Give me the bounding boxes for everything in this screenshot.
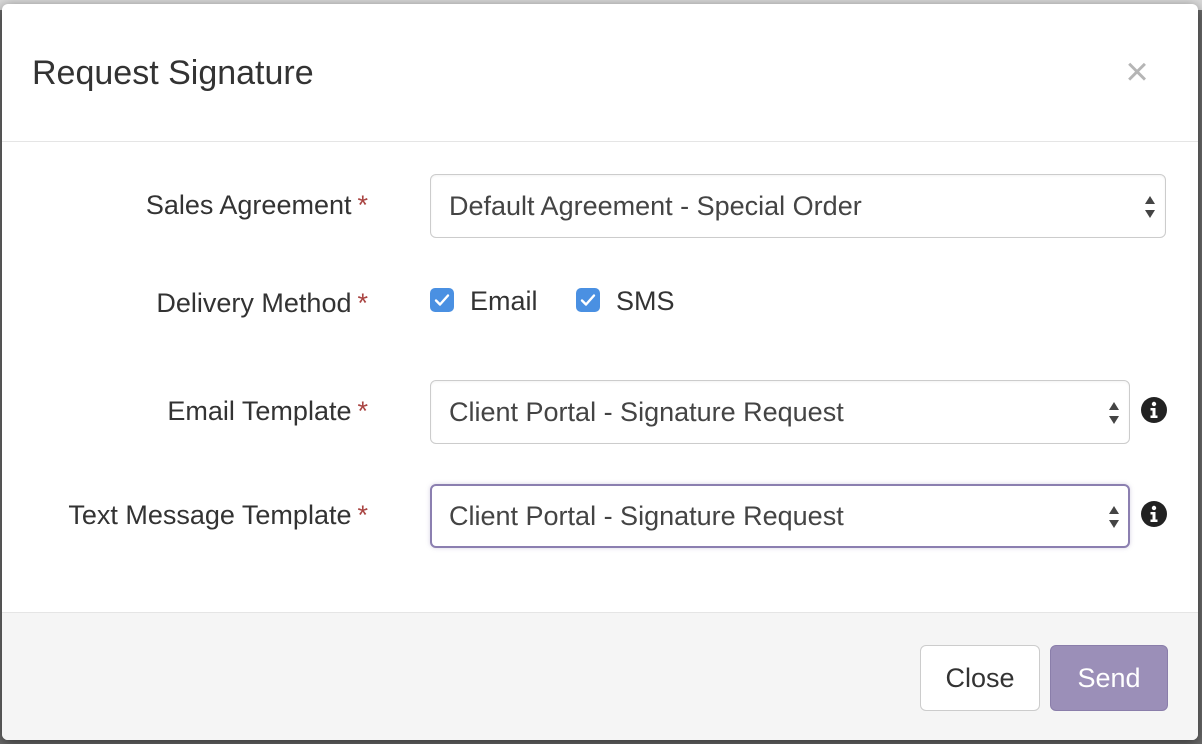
delivery-method-label-text: Delivery Method (156, 288, 352, 318)
sales-agreement-value: Default Agreement - Special Order (449, 191, 862, 221)
required-marker: * (357, 190, 368, 220)
email-checkbox[interactable] (430, 288, 454, 312)
sms-checkbox-label: SMS (616, 286, 675, 316)
delivery-method-label: Delivery Method * (156, 288, 368, 319)
select-arrows-icon (1109, 402, 1119, 424)
text-message-template-label: Text Message Template * (68, 500, 368, 531)
modal-body: Sales Agreement * Default Agreement - Spe… (2, 142, 1198, 610)
email-template-select[interactable]: Client Portal - Signature Request (430, 380, 1130, 444)
modal-title: Request Signature (32, 54, 314, 92)
sms-checkbox-option[interactable]: SMS (576, 286, 686, 318)
required-marker: * (357, 500, 368, 530)
close-icon[interactable]: × (1120, 52, 1154, 92)
email-template-info-icon[interactable] (1140, 396, 1168, 424)
text-message-template-label-text: Text Message Template (68, 500, 352, 530)
text-message-template-value: Client Portal - Signature Request (449, 501, 844, 531)
check-icon (580, 294, 596, 306)
select-arrows-icon (1145, 196, 1155, 218)
email-template-value: Client Portal - Signature Request (449, 397, 844, 427)
email-template-label: Email Template * (167, 396, 368, 427)
close-button[interactable]: Close (920, 645, 1040, 711)
email-checkbox-option[interactable]: Email (430, 286, 550, 318)
check-icon (434, 294, 450, 306)
text-message-template-info-icon[interactable] (1140, 500, 1168, 528)
sales-agreement-label: Sales Agreement * (146, 190, 368, 221)
modal-header: Request Signature × (2, 4, 1198, 142)
select-arrows-icon (1109, 506, 1119, 528)
required-marker: * (357, 396, 368, 426)
sms-checkbox[interactable] (576, 288, 600, 312)
modal-footer: Close Send (2, 612, 1198, 740)
email-checkbox-label: Email (470, 286, 538, 316)
sales-agreement-label-text: Sales Agreement (145, 190, 352, 220)
send-button[interactable]: Send (1050, 645, 1168, 711)
sales-agreement-select[interactable]: Default Agreement - Special Order (430, 174, 1166, 238)
email-template-label-text: Email Template (167, 396, 352, 426)
text-message-template-select[interactable]: Client Portal - Signature Request (430, 484, 1130, 548)
request-signature-modal: Request Signature × Sales Agreement * Def… (2, 4, 1198, 740)
required-marker: * (357, 288, 368, 318)
